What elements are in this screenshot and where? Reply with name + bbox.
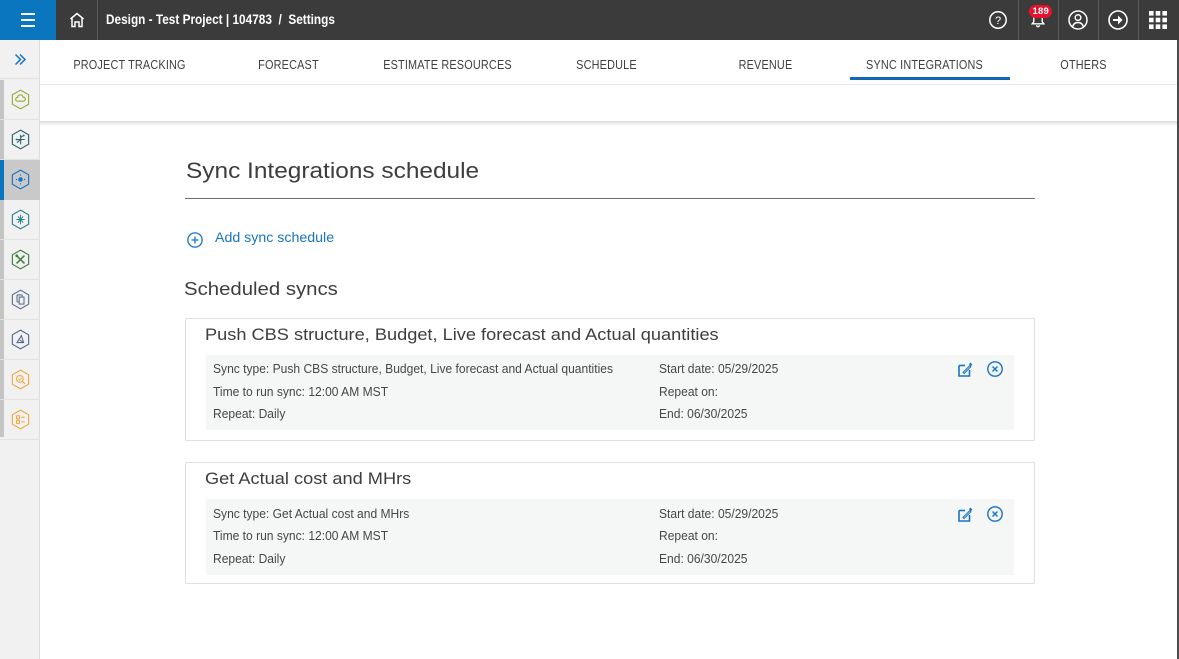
svg-text:?: ? (995, 15, 1001, 27)
